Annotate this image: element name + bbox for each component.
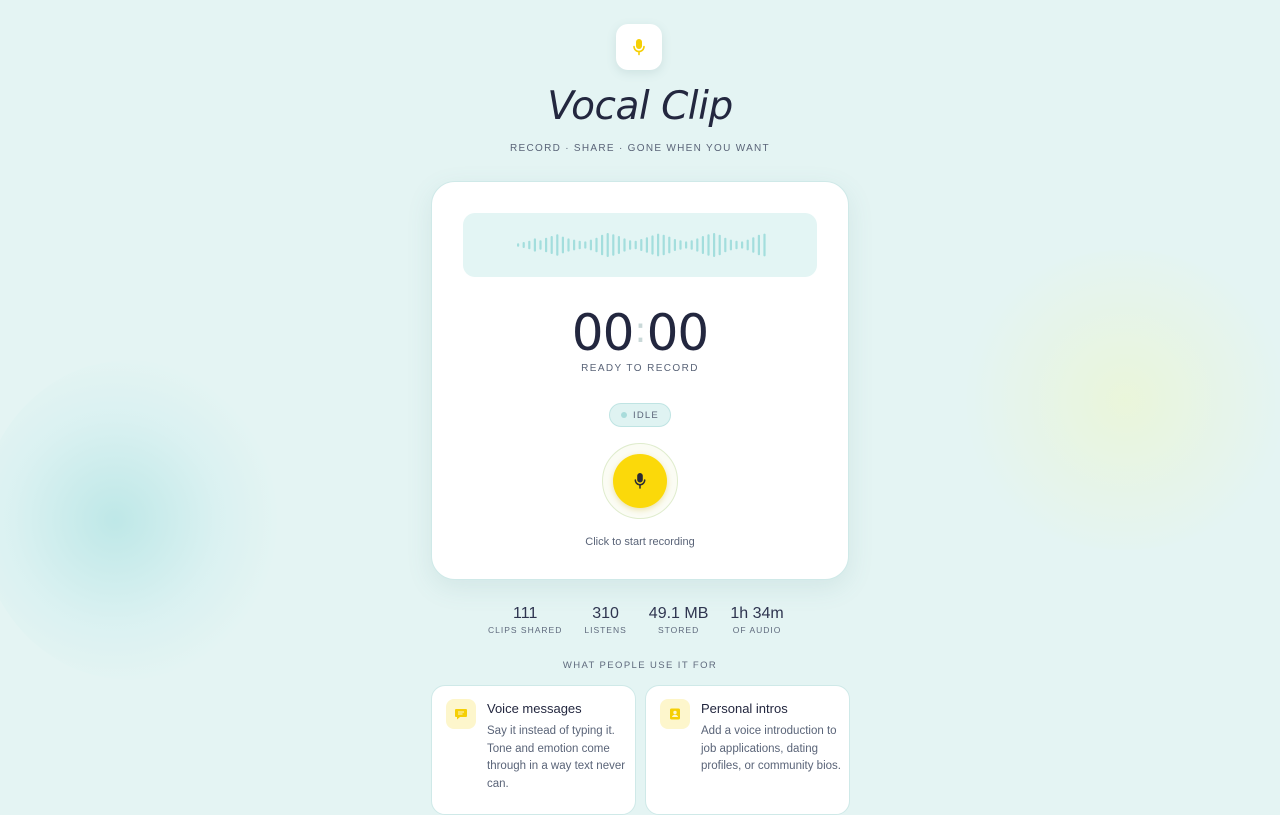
stat-clips-shared: 111 CLIPS SHARED [488,604,562,635]
waveform-bar [763,233,766,257]
waveform-bar [617,236,620,254]
app-logo [616,24,662,70]
stat-listens: 310 LISTENS [584,604,626,635]
use-cases-heading: WHAT PEOPLE USE IT FOR [562,660,718,671]
stat-stored: 49.1 MB STORED [649,604,709,635]
use-case-description: Say it instead of typing it. Tone and em… [487,725,626,790]
timer-seconds: 00 [646,304,710,362]
waveform-bar [533,238,536,252]
timer-minutes: 00 [571,304,635,362]
status-dot-icon [621,412,628,418]
waveform-bar [561,236,564,254]
use-case-icon [446,699,476,729]
contact-card-icon [670,708,680,720]
waveform-bar [701,236,704,254]
waveform-bar [640,239,643,251]
background-glow-right [960,250,1280,550]
waveform-bar [735,240,738,250]
waveform-bar [651,235,654,255]
waveform-bar [668,236,671,254]
waveform-bar [601,234,604,256]
app-tagline: RECORD · SHARE · GONE WHEN YOU WANT [510,143,770,154]
timer-display: 00:00 [432,304,848,362]
waveform-bar [589,239,592,251]
waveform-bar [528,240,531,250]
waveform-bar [545,237,548,253]
waveform [517,233,766,257]
stat-value: 111 [513,605,538,622]
waveform-bar [517,243,520,247]
waveform-bar [539,240,542,250]
waveform-bar [550,236,553,254]
waveform-bar [556,234,559,256]
stat-label: LISTENS [584,625,627,635]
waveform-bar [578,240,581,250]
waveform-bar [713,233,716,257]
waveform-bar [685,241,688,249]
waveform-bar [629,240,632,250]
mic-icon [634,473,646,489]
waveform-bar [595,237,598,253]
use-case-title: Voice messages [487,701,582,716]
waveform-bar [690,240,693,250]
waveform-bar [612,234,615,256]
waveform-bar [584,241,587,249]
timer-separator: : [634,310,646,351]
stat-value: 310 [592,605,619,622]
app-title: Vocal Clip [547,84,733,129]
use-case-description: Add a voice introduction to job applicat… [701,725,841,772]
use-case-icon [660,699,690,729]
recorder-card: 00:00 READY TO RECORD IDLE Click to star… [431,181,849,580]
use-case-card-voice-messages: Voice messages Say it instead of typing … [431,685,636,815]
waveform-bar [623,238,626,252]
stat-value: 49.1 MB [648,605,709,622]
waveform-bar [634,240,637,250]
record-hint: Click to start recording [585,536,695,548]
waveform-bar [724,237,727,253]
mic-icon [633,39,645,56]
waveform-bar [757,234,760,256]
record-button-ring [602,443,678,519]
stats-row: 111 CLIPS SHARED 310 LISTENS 49.1 MB STO… [488,604,784,635]
waveform-bar [707,234,710,256]
record-button[interactable] [613,454,667,508]
use-case-card-personal-intros: Personal intros Add a voice introduction… [645,685,850,815]
waveform-bar [746,239,749,251]
stat-label: CLIPS SHARED [488,625,563,635]
waveform-bar [729,239,732,251]
waveform-bar [679,240,682,250]
stat-label: STORED [657,625,700,635]
waveform-display [463,213,817,277]
waveform-bar [522,242,525,248]
state-badge: IDLE [609,403,671,427]
stat-value: 1h 34m [730,605,784,622]
waveform-bar [752,237,755,253]
use-case-title: Personal intros [701,701,788,716]
waveform-bar [741,241,744,249]
waveform-bar [606,233,609,257]
timer-status: READY TO RECORD [581,363,699,374]
waveform-bar [657,233,660,257]
chat-bubble-icon [455,709,467,720]
waveform-bar [673,239,676,251]
stat-label: OF AUDIO [732,625,782,635]
waveform-bar [645,237,648,253]
background-glow-left [0,360,280,680]
stat-audio: 1h 34m OF AUDIO [730,604,783,635]
waveform-bar [567,238,570,252]
waveform-bar [573,239,576,251]
waveform-bar [696,238,699,252]
waveform-bar [662,234,665,256]
state-badge-label: IDLE [633,409,659,421]
waveform-bar [718,234,721,256]
